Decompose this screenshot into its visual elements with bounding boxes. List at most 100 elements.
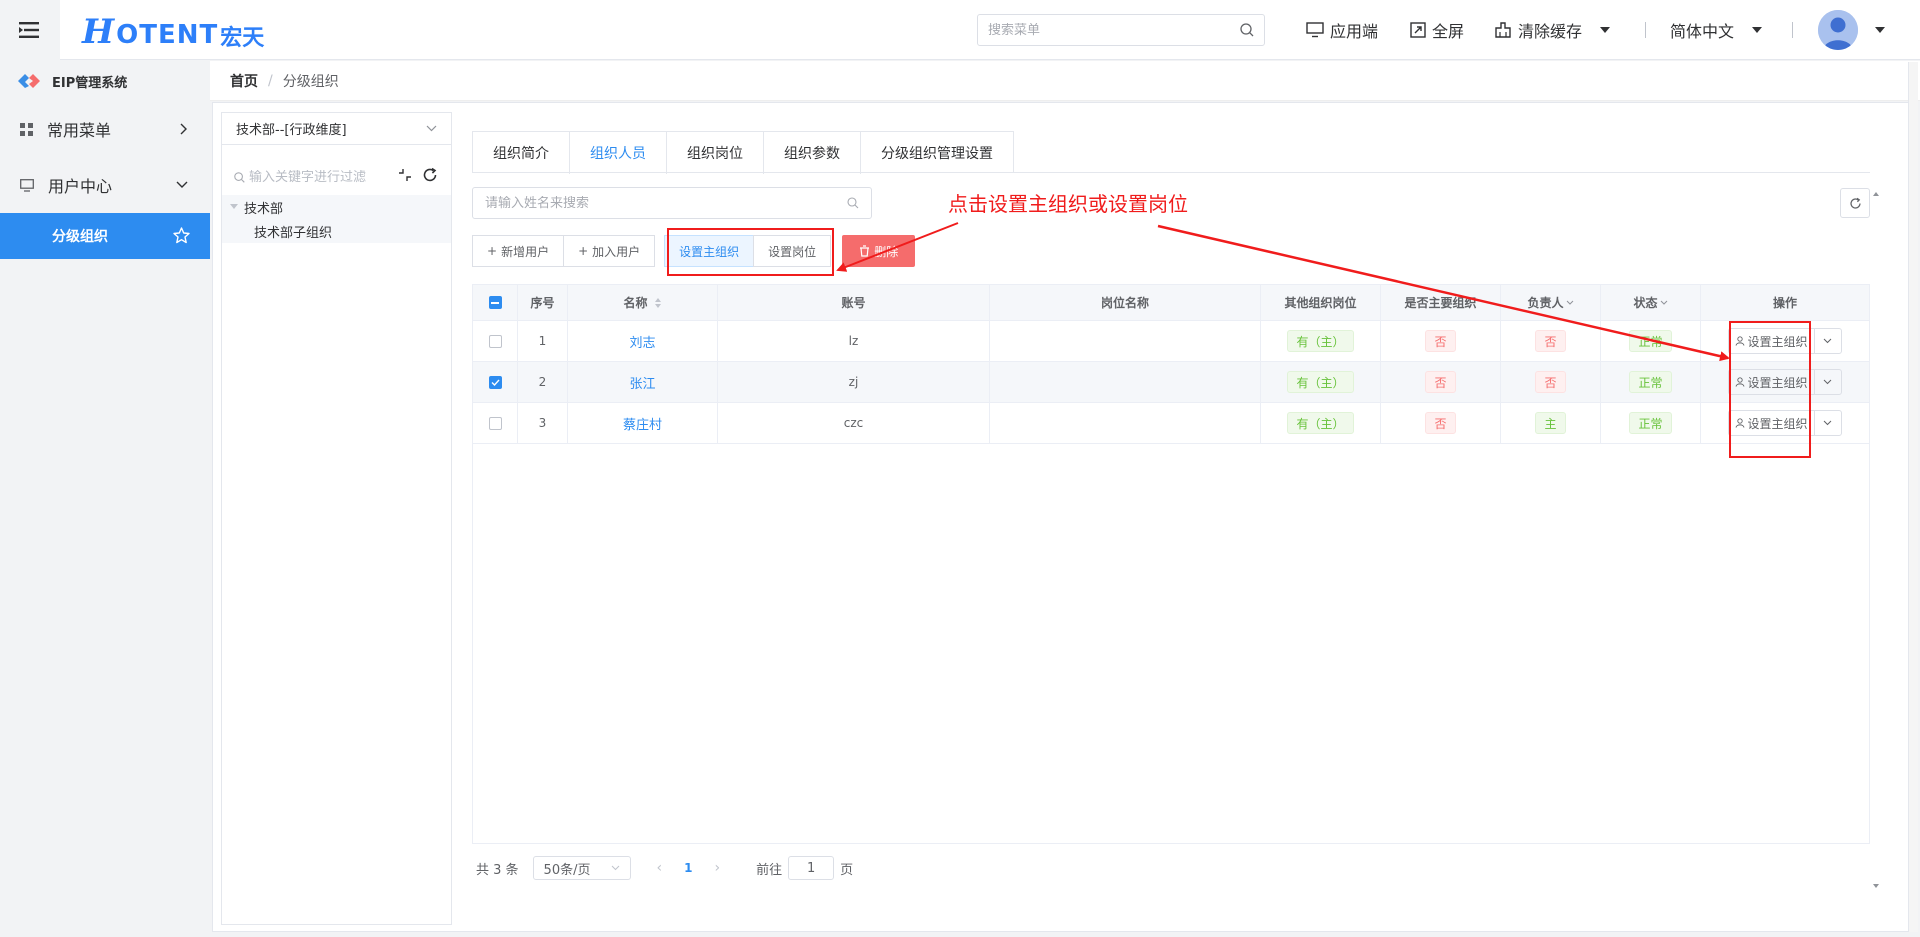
plus-icon: + — [487, 244, 498, 258]
search-icon[interactable] — [847, 197, 859, 209]
goto-prefix: 前往 — [756, 862, 783, 878]
sidebar-item-hierarchical-org[interactable]: 分级组织 — [0, 213, 210, 259]
tab-org-admin-settings[interactable]: 分级组织管理设置 — [861, 132, 1013, 174]
column-header-name[interactable]: 名称 — [568, 285, 718, 320]
select-all-checkbox[interactable] — [488, 296, 502, 309]
user-menu-caret-icon[interactable] — [1875, 27, 1885, 33]
row-name-cell: 刘志 — [568, 321, 718, 361]
row-is-main-cell: 否 — [1381, 403, 1501, 443]
row-status-cell: 正常 — [1601, 403, 1701, 443]
menu-toggle-icon[interactable] — [0, 0, 60, 60]
search-icon — [234, 171, 245, 183]
sidebar-item-label: 用户中心 — [48, 177, 113, 196]
brand-logo: H OTENT 宏天 — [82, 12, 264, 52]
name-search-input[interactable] — [485, 195, 847, 211]
filter-chevron-icon[interactable] — [1660, 300, 1668, 305]
refresh-icon — [1849, 197, 1861, 209]
row-checkbox[interactable] — [488, 416, 502, 430]
annotation-box-operation — [1729, 321, 1811, 458]
breadcrumb-home[interactable]: 首页 — [230, 71, 258, 91]
filter-chevron-icon[interactable] — [1566, 300, 1574, 305]
trash-icon — [860, 245, 870, 257]
add-user-button[interactable]: + 新增用户 — [472, 235, 565, 267]
chevron-down-icon — [611, 865, 619, 871]
table-row: 2 张江 zj 有（主） 否 否 正常 设置主组织 — [472, 362, 1870, 403]
leader-tag: 否 — [1535, 371, 1566, 393]
chevron-down-icon — [426, 125, 437, 132]
tab-org-intro[interactable]: 组织简介 — [473, 132, 570, 174]
user-avatar[interactable] — [1818, 10, 1858, 50]
table-row: 1 刘志 lz 有（主） 否 否 正常 设置主组织 — [472, 321, 1870, 362]
refresh-icon[interactable] — [422, 167, 438, 183]
table-body-area — [472, 444, 1870, 844]
row-leader-cell: 否 — [1501, 321, 1601, 361]
search-icon[interactable] — [1240, 23, 1254, 37]
row-index: 1 — [518, 321, 568, 361]
tree-filter-input[interactable] — [249, 169, 379, 185]
language-label: 简体中文 — [1670, 22, 1735, 41]
row-checkbox[interactable] — [488, 334, 502, 348]
menu-search-input[interactable] — [988, 22, 1240, 38]
row-checkbox-cell — [472, 362, 518, 402]
page-scrollbar[interactable] — [1908, 62, 1918, 932]
table-scrollbar[interactable] — [1872, 190, 1880, 890]
collapse-icon[interactable] — [398, 168, 412, 182]
column-header-is-main: 是否主要组织 — [1381, 285, 1501, 320]
fullscreen-button[interactable]: 全屏 — [1410, 0, 1464, 60]
column-header-leader[interactable]: 负责人 — [1501, 285, 1601, 320]
page-number-current[interactable]: 1 — [684, 861, 692, 875]
refresh-button[interactable] — [1840, 188, 1870, 218]
operation-more-dropdown[interactable] — [1815, 329, 1841, 353]
user-name-link[interactable]: 蔡庄村 — [623, 414, 662, 433]
sidebar-item-common-menu[interactable]: 常用菜单 — [0, 101, 210, 157]
caret-down-icon — [1600, 27, 1611, 33]
tab-org-members[interactable]: 组织人员 — [570, 132, 667, 174]
caret-down-icon[interactable] — [230, 204, 238, 210]
chevron-down-icon — [1823, 420, 1832, 426]
tab-org-params[interactable]: 组织参数 — [764, 132, 861, 174]
user-name-link[interactable]: 张江 — [629, 373, 655, 392]
operation-more-dropdown[interactable] — [1815, 411, 1841, 435]
delete-button[interactable]: 删除 — [842, 235, 916, 267]
column-header-label: 状态 — [1633, 296, 1658, 310]
system-title-label: EIP管理系统 — [52, 75, 128, 91]
tab-org-posts[interactable]: 组织岗位 — [667, 132, 764, 174]
add-user-label: 新增用户 — [501, 244, 550, 259]
tree-node-label: 技术部子组织 — [254, 225, 333, 241]
fullscreen-label: 全屏 — [1432, 22, 1465, 41]
page-size-select[interactable]: 50条/页 — [532, 856, 631, 880]
sidebar-item-user-center[interactable]: 用户中心 — [0, 157, 210, 213]
row-is-main-cell: 否 — [1381, 362, 1501, 402]
pager-total: 共 3 条 — [476, 862, 519, 878]
column-header-status[interactable]: 状态 — [1601, 285, 1701, 320]
user-name-link[interactable]: 刘志 — [629, 332, 655, 351]
tree-node-label: 技术部 — [244, 201, 284, 217]
tree-node-root[interactable]: 技术部 — [222, 195, 451, 219]
column-header-label: 名称 — [623, 296, 648, 310]
prev-page-icon[interactable]: ‹ — [657, 860, 663, 876]
dimension-select[interactable]: 技术部--[行政维度] — [222, 113, 451, 145]
tabs-divider — [472, 172, 1870, 173]
chevron-right-icon — [180, 123, 187, 135]
language-select[interactable]: 简体中文 — [1670, 0, 1763, 60]
next-page-icon[interactable]: › — [715, 860, 721, 876]
is-main-tag: 否 — [1425, 412, 1456, 434]
operation-more-dropdown[interactable] — [1815, 370, 1841, 394]
logo-cn: 宏天 — [220, 26, 265, 51]
join-user-button[interactable]: + 加入用户 — [563, 235, 656, 267]
column-header-operation: 操作 — [1701, 285, 1870, 320]
tree-node-child[interactable]: 技术部子组织 — [222, 219, 451, 243]
plus-icon: + — [578, 244, 589, 258]
clear-cache-button[interactable]: 清除缓存 — [1494, 0, 1611, 60]
star-icon[interactable] — [173, 227, 190, 244]
row-account: lz — [718, 321, 990, 361]
column-header-label: 负责人 — [1527, 296, 1564, 310]
sort-icon[interactable] — [654, 297, 662, 309]
row-checkbox-cell — [472, 321, 518, 361]
goto-page-input[interactable] — [788, 856, 835, 880]
app-end-button[interactable]: 应用端 — [1306, 0, 1378, 60]
row-checkbox[interactable] — [488, 375, 502, 389]
other-org-tag: 有（主） — [1287, 371, 1354, 393]
system-logo-icon — [18, 74, 40, 88]
row-index: 2 — [518, 362, 568, 402]
